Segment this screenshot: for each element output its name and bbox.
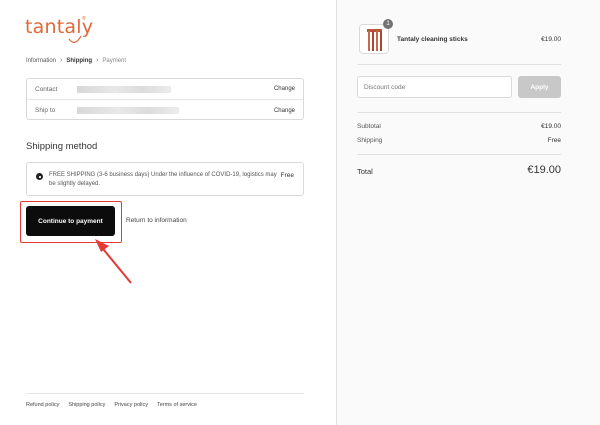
cleaning-sticks-icon: [367, 29, 382, 51]
shipping-label: Shipping: [357, 137, 383, 144]
apply-discount-button[interactable]: Apply: [518, 76, 561, 98]
terms-of-service-link[interactable]: Terms of service: [157, 402, 197, 408]
return-to-information-link[interactable]: Return to information: [126, 217, 187, 224]
shipping-method-title: Shipping method: [26, 141, 98, 152]
product-price: €19.00: [541, 36, 561, 43]
summary-divider: [357, 112, 561, 113]
subtotal-value: €19.00: [541, 123, 561, 130]
shipto-value-blurred: [77, 107, 179, 114]
breadcrumb: Information › Shipping › Payment: [26, 57, 126, 64]
subtotal-label: Subtotal: [357, 123, 381, 130]
contact-label: Contact: [35, 85, 58, 93]
shipto-label: Ship to: [35, 107, 56, 114]
review-box: Contact Change Ship to Change: [26, 78, 304, 120]
shipping-radio[interactable]: [36, 173, 43, 180]
product-name: Tantaly cleaning sticks: [397, 36, 468, 43]
shipping-option-price: Free: [280, 172, 294, 179]
summary-divider: [357, 64, 561, 65]
brand-logo[interactable]: tantaly ®: [25, 14, 95, 44]
total-value: €19.00: [527, 164, 561, 176]
annotation-highlight-box: [20, 201, 122, 243]
shipping-option[interactable]: FREE SHIPPING (3-6 business days) Under …: [26, 162, 304, 196]
summary-divider: [357, 154, 561, 155]
logo-swash-icon: [68, 35, 82, 43]
product-thumbnail: [359, 24, 389, 54]
review-row-shipto: Ship to Change: [27, 100, 303, 121]
change-shipto-link[interactable]: Change: [274, 108, 295, 114]
footer-links: Refund policy Shipping policy Privacy po…: [26, 402, 197, 408]
total-label: Total: [357, 167, 373, 176]
change-contact-link[interactable]: Change: [274, 86, 295, 92]
shipping-option-text: FREE SHIPPING (3-6 business days) Under …: [49, 172, 277, 187]
breadcrumb-information[interactable]: Information: [26, 58, 56, 64]
chevron-right-icon: ›: [60, 57, 63, 64]
checkout-main: tantaly ® Information › Shipping › Payme…: [0, 0, 336, 425]
footer-divider: [26, 393, 304, 394]
review-row-contact: Contact Change: [27, 79, 303, 100]
privacy-policy-link[interactable]: Privacy policy: [114, 402, 148, 408]
chevron-right-icon: ›: [96, 57, 99, 64]
subtotal-row: Subtotal €19.00: [357, 123, 561, 130]
shipping-row: Shipping Free: [357, 137, 561, 144]
refund-policy-link[interactable]: Refund policy: [26, 402, 59, 408]
shipping-value: Free: [547, 137, 561, 144]
contact-value-blurred: [77, 85, 171, 93]
discount-code-input[interactable]: [357, 76, 512, 98]
quantity-badge: 1: [383, 19, 393, 29]
shipping-policy-link[interactable]: Shipping policy: [68, 402, 105, 408]
breadcrumb-shipping: Shipping: [66, 57, 93, 64]
breadcrumb-payment: Payment: [102, 57, 127, 64]
